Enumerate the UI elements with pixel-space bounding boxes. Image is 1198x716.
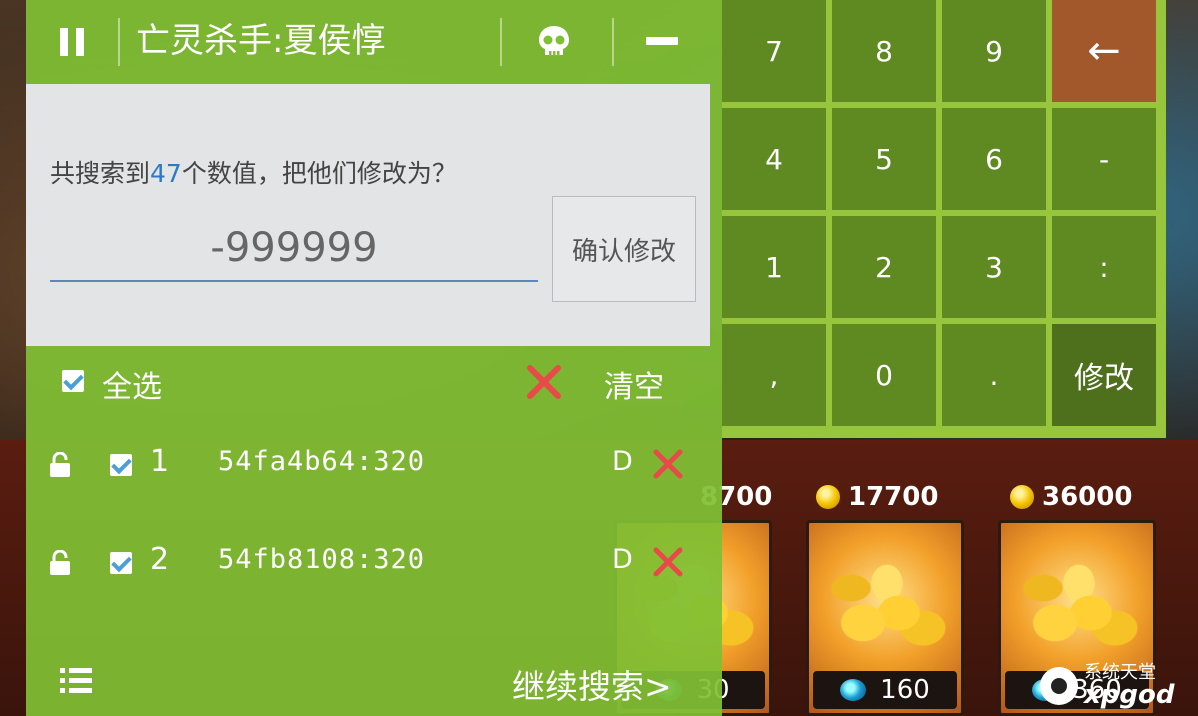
confirm-modify-button[interactable]: 确认修改 xyxy=(552,196,696,302)
list-icon[interactable] xyxy=(60,666,92,694)
row-checkbox[interactable] xyxy=(110,552,132,574)
select-all-label: 全选 xyxy=(102,370,162,405)
titlebar: 亡灵杀手:夏侯惇 xyxy=(26,0,722,84)
found-suffix: 个数值，把他们修改为？ xyxy=(181,159,457,188)
price-text: 36000 xyxy=(1042,482,1133,512)
found-count: 47 xyxy=(150,159,182,188)
divider xyxy=(500,18,502,66)
key-3[interactable]: 3 xyxy=(942,216,1046,318)
coin-icon xyxy=(1010,485,1034,509)
key-6[interactable]: 6 xyxy=(942,108,1046,210)
key-9[interactable]: 9 xyxy=(942,0,1046,102)
clear-icon[interactable] xyxy=(526,364,562,400)
select-all-row: 全选 清空 xyxy=(26,346,722,418)
row-type[interactable]: D xyxy=(612,544,633,575)
card-footer: 160 xyxy=(813,671,957,709)
price-label: 17700 xyxy=(816,480,938,514)
backspace-key[interactable]: ← xyxy=(1052,0,1156,102)
key-7[interactable]: 7 xyxy=(722,0,826,102)
key-comma[interactable]: , xyxy=(722,324,826,426)
watermark-logo-icon xyxy=(1040,667,1078,705)
gem-icon xyxy=(840,679,867,701)
row-type[interactable]: D xyxy=(612,446,633,477)
shop-item-card[interactable]: 160 xyxy=(806,520,964,716)
row-index: 2 xyxy=(150,542,170,577)
numeric-keypad: 7 8 9 ← 4 5 6 - 1 2 3 : , 0 . 修改 xyxy=(722,0,1166,438)
row-address[interactable]: 54fb8108:320 xyxy=(218,544,425,575)
lock-icon[interactable] xyxy=(48,452,72,478)
new-value-input[interactable] xyxy=(50,216,538,282)
divider xyxy=(118,18,120,66)
search-result-box: 共搜索到47个数值，把他们修改为？ 确认修改 xyxy=(26,84,710,346)
watermark: 系统天堂 xpgod xyxy=(1040,660,1190,712)
gem-value: 160 xyxy=(880,675,930,705)
pause-icon[interactable] xyxy=(60,28,84,56)
found-count-text: 共搜索到47个数值，把他们修改为？ xyxy=(50,154,457,190)
watermark-line2: xpgod xyxy=(1084,680,1175,710)
memory-editor-panel: 亡灵杀手:夏侯惇 共搜索到47个数值，把他们修改为？ 确认修改 全选 清空 xyxy=(26,0,722,716)
game-title: 亡灵杀手:夏侯惇 xyxy=(136,21,386,61)
key-minus[interactable]: - xyxy=(1052,108,1156,210)
coin-stack-icon xyxy=(827,553,947,653)
found-prefix: 共搜索到 xyxy=(50,159,151,188)
row-checkbox[interactable] xyxy=(110,454,132,476)
key-5[interactable]: 5 xyxy=(832,108,936,210)
select-all-checkbox[interactable] xyxy=(62,370,84,392)
divider xyxy=(612,18,614,66)
result-row: 2 54fb8108:320 D xyxy=(26,516,722,612)
delete-icon[interactable] xyxy=(652,448,684,480)
key-dot[interactable]: . xyxy=(942,324,1046,426)
continue-search-button[interactable]: 继续搜索> xyxy=(512,660,672,708)
coin-stack-icon xyxy=(1019,553,1139,653)
price-label: 36000 xyxy=(1010,480,1132,514)
lock-icon[interactable] xyxy=(48,550,72,576)
key-1[interactable]: 1 xyxy=(722,216,826,318)
key-2[interactable]: 2 xyxy=(832,216,936,318)
key-colon[interactable]: : xyxy=(1052,216,1156,318)
row-index: 1 xyxy=(150,444,170,479)
price-text: 17700 xyxy=(848,482,939,512)
key-0[interactable]: 0 xyxy=(832,324,936,426)
key-8[interactable]: 8 xyxy=(832,0,936,102)
modify-key[interactable]: 修改 xyxy=(1052,324,1156,426)
clear-button[interactable]: 清空 xyxy=(604,362,664,406)
minimize-icon[interactable] xyxy=(646,37,678,45)
coin-icon xyxy=(816,485,840,509)
row-address[interactable]: 54fa4b64:320 xyxy=(218,446,425,477)
key-4[interactable]: 4 xyxy=(722,108,826,210)
result-row: 1 54fa4b64:320 D xyxy=(26,418,722,514)
skull-icon[interactable] xyxy=(536,24,572,60)
delete-icon[interactable] xyxy=(652,546,684,578)
